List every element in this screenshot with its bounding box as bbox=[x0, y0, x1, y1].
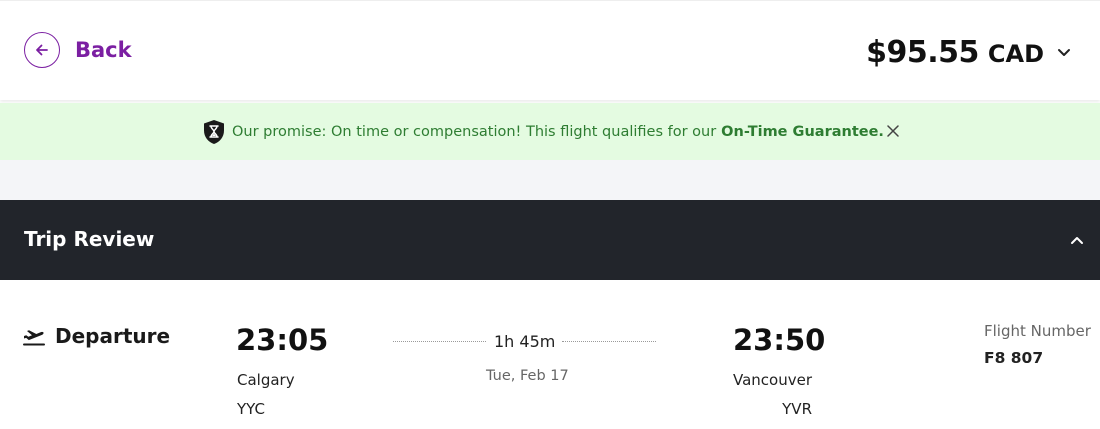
departure-airport-code: YYC bbox=[237, 400, 265, 418]
departure-segment: Departure 23:05 Calgary YYC 1h 45m Tue, … bbox=[0, 280, 1100, 429]
back-button[interactable]: Back bbox=[24, 31, 132, 69]
arrow-left-icon bbox=[24, 32, 60, 68]
trip-review-header[interactable]: Trip Review bbox=[0, 200, 1100, 280]
flight-number: F8 807 bbox=[984, 349, 1044, 367]
header: Back $95.55 CAD bbox=[0, 0, 1100, 100]
departure-time: 23:05 bbox=[236, 323, 329, 357]
route-line-right bbox=[562, 341, 656, 342]
close-icon[interactable] bbox=[886, 124, 900, 138]
section-spacer bbox=[0, 160, 1100, 200]
on-time-guarantee-banner: Our promise: On time or compensation! Th… bbox=[0, 103, 1100, 160]
chevron-down-icon bbox=[1058, 49, 1070, 56]
price-summary-toggle[interactable]: $95.55 CAD bbox=[866, 31, 1072, 73]
departure-label: Departure bbox=[55, 324, 171, 348]
on-time-guarantee-link[interactable]: On-Time Guarantee. bbox=[721, 124, 884, 140]
back-label: Back bbox=[75, 38, 132, 62]
departure-city: Calgary bbox=[237, 371, 295, 389]
shield-hourglass-icon bbox=[204, 119, 224, 144]
arrival-time: 23:50 bbox=[733, 323, 826, 357]
departure-heading: Departure bbox=[22, 324, 170, 348]
arrival-city: Vancouver bbox=[733, 371, 812, 389]
promise-text: Our promise: On time or compensation! Th… bbox=[232, 123, 717, 140]
route-line-left bbox=[393, 341, 486, 342]
flight-number-label: Flight Number bbox=[984, 322, 1091, 340]
trip-review-title: Trip Review bbox=[24, 227, 155, 251]
total-price: $95.55 bbox=[866, 34, 979, 70]
flight-date: Tue, Feb 17 bbox=[486, 368, 569, 384]
chevron-up-icon bbox=[1071, 237, 1083, 244]
plane-takeoff-icon bbox=[23, 330, 45, 346]
arrival-airport-code: YVR bbox=[782, 400, 812, 418]
flight-duration: 1h 45m bbox=[494, 332, 556, 351]
price-currency: CAD bbox=[987, 39, 1044, 68]
